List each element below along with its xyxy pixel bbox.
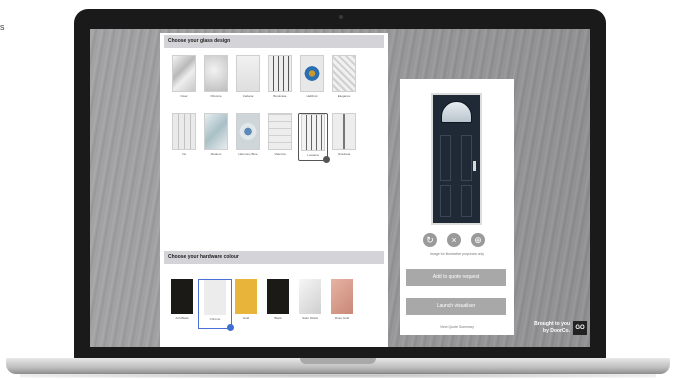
brand-line-2: by DoorCo. [543,328,570,334]
glass-thumbnail [204,55,228,92]
glass-option-label: Valencia [274,152,286,156]
preview-disclaimer: Image for illustrative purposes only [429,252,485,256]
hardware-option-label: Chrome [209,317,221,321]
selected-check-icon [323,156,330,163]
glass-thumbnail [332,55,356,92]
glass-thumbnail [332,113,356,150]
laptop-notch [300,358,376,364]
glass-option[interactable]: Lucaena [298,113,330,163]
laptop-shadow [20,373,656,378]
hardware-swatch [267,279,289,314]
glass-thumbnail [236,113,260,150]
door-image [431,93,482,225]
brand-line-1: Brought to you [534,321,570,327]
hardware-section-title: Choose your hardware colour [164,251,384,264]
add-to-quote-button[interactable]: Add to quote request [406,269,506,286]
glass-thumbnail [236,55,260,92]
hardware-option-label: Satin Nickel [302,316,318,320]
hardware-option-label: Gold [242,316,250,320]
hardware-option[interactable]: Anti Black [166,279,198,327]
glass-option-label: Cabana [242,94,254,98]
hardware-option[interactable]: Gold [230,279,262,327]
hardware-swatch [331,279,353,314]
glass-section-title: Choose your glass design [164,35,384,48]
launch-visualiser-button[interactable]: Launch visualiser [406,298,506,315]
glass-option[interactable]: Cabana [234,55,262,101]
glass-option-label: Obscure [210,94,222,98]
door-panel-left [440,135,451,181]
door-panel-left-lower [440,185,451,217]
hardware-swatch [171,279,193,314]
glass-option[interactable]: Medeno [202,113,230,159]
webcam [339,15,343,19]
glass-option[interactable]: Giordana [330,113,358,159]
hardware-option[interactable]: Black [262,279,294,327]
hardware-option[interactable]: Rose Gold [326,279,358,327]
glass-option-label: Bookcase [273,94,287,98]
glass-option[interactable]: Elegance [330,55,358,101]
hardware-option-label: Black [274,316,282,320]
door-fanlight [441,101,472,123]
zoom-icon: ⊕ [474,235,482,245]
glass-option[interactable]: Harmony Blue [234,113,262,159]
hardware-swatch [235,279,257,314]
glass-option[interactable]: Valencia [266,113,294,159]
hardware-option-label: Anti Black [175,316,189,320]
glass-option[interactable]: Halifrost [298,55,326,101]
glass-option[interactable]: Clear [170,55,198,101]
glass-option-label: Elegance [337,94,351,98]
glass-option-label: Iris [182,152,186,156]
glass-option[interactable]: Iris [170,113,198,159]
glass-option-label: Halifrost [306,94,318,98]
glass-thumbnail [301,114,325,151]
door-preview-card: ↻ × ⊕ Image for illustrative purposes on… [400,79,514,335]
glass-option-label: Clear [180,94,188,98]
glass-thumbnail [268,113,292,150]
door-handle [473,161,476,171]
view-quote-summary-link[interactable]: View Quote Summary [400,325,514,329]
hardware-swatch [204,280,226,315]
zoom-button[interactable]: ⊕ [471,233,485,247]
glass-option-label: Medeno [210,152,222,156]
glass-thumbnail [172,113,196,150]
close-icon: × [451,235,457,245]
glass-option[interactable]: Obscure [202,55,230,101]
hardware-option[interactable]: Chrome [198,279,234,331]
rotate-icon: ↻ [426,235,434,245]
glass-option[interactable]: Bookcase [266,55,294,101]
glass-option-label: Harmony Blue [238,152,258,156]
options-panel: Choose your glass design Clear Obscure Cab… [160,33,388,347]
glass-thumbnail [172,55,196,92]
glass-thumbnail [268,55,292,92]
hardware-option-label: Rose Gold [334,316,350,320]
glass-option-label: Giordana [337,152,351,156]
glass-thumbnail [204,113,228,150]
door-panel-right [461,135,472,181]
glass-thumbnail [300,55,324,92]
brand-tagline: Brought to you by DoorCo. [518,321,570,335]
close-button[interactable]: × [447,233,461,247]
brand-logo: GO [573,321,587,335]
stray-character: s [0,22,5,32]
hardware-option[interactable]: Satin Nickel [294,279,326,327]
hardware-swatch [299,279,321,314]
rotate-view-button[interactable]: ↻ [423,233,437,247]
door-panel-right-lower [461,185,472,217]
laptop-screen: Choose your glass design Clear Obscure Cab… [90,29,590,347]
